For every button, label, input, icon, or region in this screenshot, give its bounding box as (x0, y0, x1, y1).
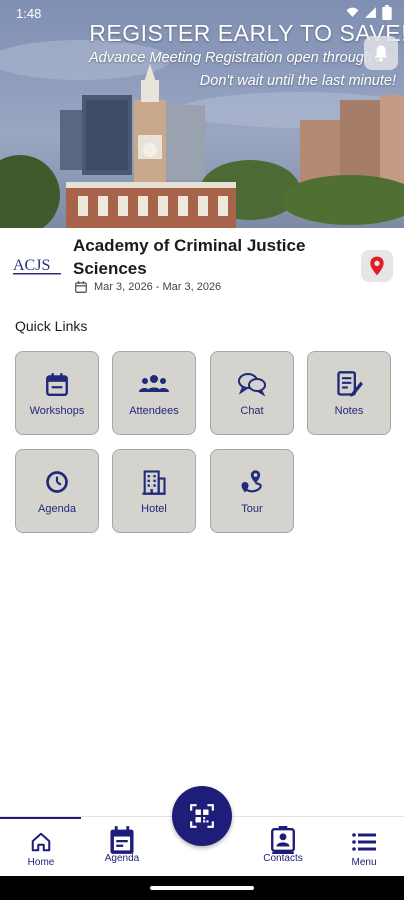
nav-menu-label: Menu (351, 857, 377, 868)
agenda-icon (110, 826, 134, 854)
people-icon (139, 375, 169, 392)
bell-icon (374, 45, 388, 62)
chat-icon (238, 373, 266, 397)
quick-link-tour[interactable]: Tour (210, 449, 294, 533)
quick-link-notes[interactable]: Notes (307, 351, 391, 435)
status-time: 1:48 (16, 6, 42, 21)
quick-link-attendees[interactable]: Attendees (112, 351, 196, 435)
banner-tagline: Don't wait until the last minute! (199, 73, 396, 89)
quick-link-label: Chat (240, 405, 264, 417)
quick-link-label: Agenda (38, 503, 76, 515)
banner-title: REGISTER EARLY TO SAVE! (89, 20, 404, 46)
notes-icon (337, 371, 363, 397)
contacts-icon (271, 826, 295, 854)
quick-link-chat[interactable]: Chat (210, 351, 294, 435)
quick-link-label: Workshops (29, 405, 85, 417)
quick-link-hotel[interactable]: Hotel (112, 449, 196, 533)
nav-menu[interactable]: Menu (324, 817, 404, 877)
nav-home[interactable]: Home (1, 817, 81, 877)
clock-icon (46, 471, 68, 493)
quick-links-heading: Quick Links (15, 318, 88, 334)
calendar-icon (46, 373, 68, 397)
calendar-small-icon (75, 281, 87, 293)
banner-subtitle: Advance Meeting Registration open throug… (88, 50, 384, 66)
wifi-icon (346, 7, 359, 17)
quick-link-label: Tour (241, 503, 263, 515)
event-title: Academy of Criminal Justice Sciences (73, 236, 306, 278)
hero-banner[interactable]: 1:48 REGISTER EARLY TO SAVE! Advance Mee… (0, 0, 404, 228)
event-header: ACJS Academy of Criminal Justice Science… (0, 228, 404, 300)
event-date-text: Mar 3, 2026 - Mar 3, 2026 (94, 281, 222, 293)
qr-code-icon (190, 804, 214, 828)
home-gesture-handle[interactable] (150, 886, 254, 890)
notifications-button[interactable] (364, 36, 398, 70)
nav-home-label: Home (27, 857, 55, 868)
acjs-logo: ACJS (13, 257, 61, 275)
hotel-icon (142, 470, 166, 495)
nav-contacts[interactable]: Contacts (243, 817, 323, 877)
map-pin-icon (370, 256, 384, 276)
location-button[interactable] (361, 250, 393, 282)
event-dates: Mar 3, 2026 - Mar 3, 2026 (74, 280, 221, 294)
menu-icon (352, 833, 376, 851)
battery-icon (382, 5, 392, 20)
nav-agenda[interactable]: Agenda (82, 817, 162, 877)
tour-icon (241, 470, 262, 493)
quick-link-label: Attendees (129, 405, 179, 417)
nav-contacts-label: Contacts (263, 853, 303, 864)
quick-link-label: Hotel (141, 503, 167, 515)
system-navigation-bar (0, 876, 404, 900)
nav-agenda-label: Agenda (104, 853, 140, 864)
signal-icon (365, 7, 376, 18)
home-icon (31, 832, 51, 852)
quick-link-label: Notes (334, 405, 364, 417)
qr-scan-button[interactable] (172, 786, 232, 846)
svg-text:ACJS: ACJS (13, 257, 50, 274)
quick-link-workshops[interactable]: Workshops (15, 351, 99, 435)
quick-link-agenda[interactable]: Agenda (15, 449, 99, 533)
